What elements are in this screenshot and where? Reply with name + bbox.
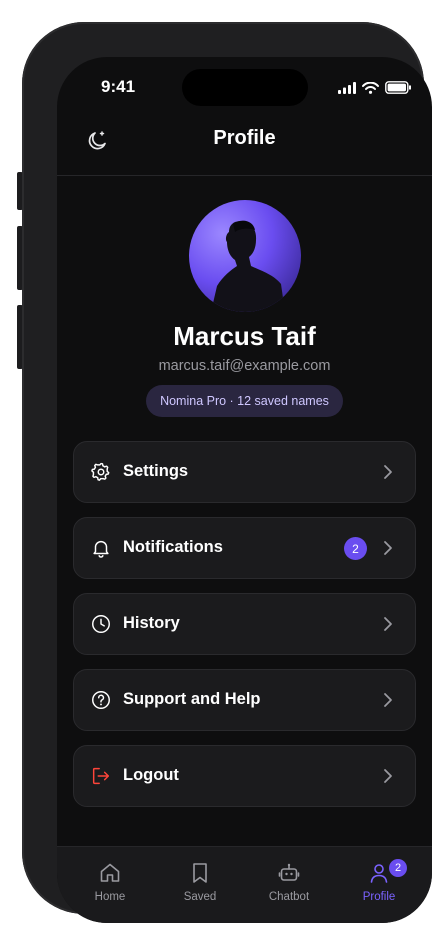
- robot-icon: [278, 863, 300, 881]
- chevron-right-icon: [384, 541, 392, 555]
- header: Profile: [57, 115, 432, 176]
- tab-label: Home: [94, 891, 126, 903]
- menu-item-label: History: [123, 614, 180, 632]
- page-title: Profile: [213, 127, 276, 149]
- profile-name: Marcus Taif: [173, 321, 316, 351]
- signal-icon: [338, 81, 356, 94]
- bookmark-icon: [193, 863, 207, 883]
- chevron-right-icon: [384, 617, 392, 631]
- phone-frame: 9:41 Profile Marcus Taif marcus.taif@exa…: [22, 22, 432, 923]
- tab-profile[interactable]: Profile 2: [339, 859, 419, 903]
- user-icon: [370, 864, 388, 883]
- status-icons: [338, 81, 412, 94]
- clock-icon: [92, 615, 110, 633]
- gear-icon: [91, 462, 110, 481]
- tab-label: Chatbot: [268, 891, 310, 903]
- status-time: 9:41: [101, 77, 136, 96]
- tab-bar: Home Saved Chatbot Profile 2: [57, 846, 432, 923]
- menu-list: Settings Notifications 2 History Support…: [73, 441, 416, 821]
- menu-item-notifications[interactable]: Notifications 2: [73, 517, 416, 579]
- menu-item-logout[interactable]: Logout: [73, 745, 416, 807]
- help-icon: [92, 691, 110, 709]
- tab-home[interactable]: Home: [70, 861, 150, 903]
- notification-count-badge: 2: [344, 537, 367, 560]
- chevron-right-icon: [384, 465, 392, 479]
- menu-item-label: Settings: [123, 462, 189, 480]
- menu-item-history[interactable]: History: [73, 593, 416, 655]
- menu-item-support[interactable]: Support and Help: [73, 669, 416, 731]
- logout-icon: [92, 767, 110, 785]
- menu-item-label: Support and Help: [123, 690, 261, 708]
- profile-email: marcus.taif@example.com: [158, 358, 331, 374]
- chevron-right-icon: [384, 769, 392, 783]
- tab-badge: 2: [389, 859, 407, 877]
- bell-icon: [93, 540, 109, 558]
- tab-saved[interactable]: Saved: [160, 861, 240, 903]
- person-silhouette: [211, 220, 285, 312]
- tab-chatbot[interactable]: Chatbot: [249, 861, 329, 903]
- tab-label: Saved: [183, 891, 217, 903]
- battery-icon: [385, 81, 411, 94]
- chevron-right-icon: [384, 693, 392, 707]
- tab-label: Profile: [362, 891, 396, 903]
- home-icon: [100, 863, 120, 882]
- wifi-icon: [362, 81, 379, 94]
- plan-badge: Nomina Pro · 12 saved names: [146, 385, 343, 417]
- menu-item-settings[interactable]: Settings: [73, 441, 416, 503]
- dynamic-island: [182, 69, 308, 106]
- menu-item-label: Notifications: [123, 538, 223, 556]
- avatar[interactable]: [189, 200, 301, 312]
- menu-item-label: Logout: [123, 766, 179, 784]
- screen: 9:41 Profile Marcus Taif marcus.taif@exa…: [57, 57, 432, 923]
